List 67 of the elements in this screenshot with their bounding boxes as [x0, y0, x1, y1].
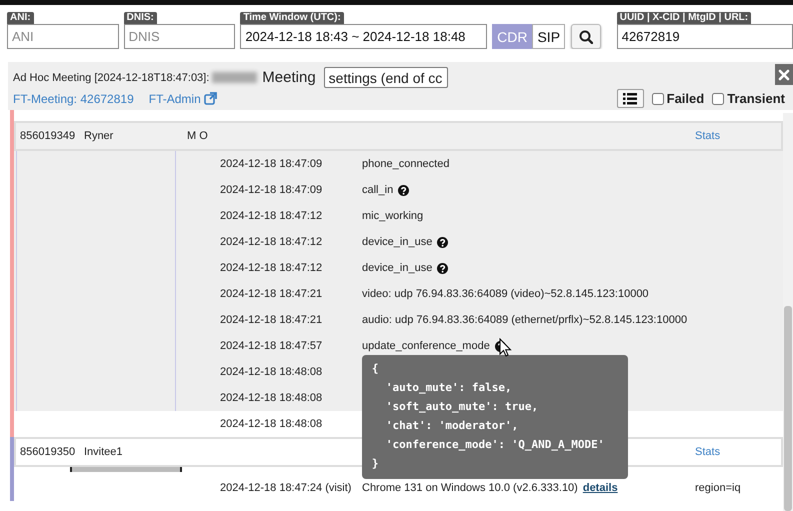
- details-link[interactable]: details: [582, 482, 618, 494]
- event-time: 2024-12-18 18:48:08: [219, 365, 324, 379]
- list-icon: [623, 92, 638, 105]
- blurred-name: [212, 72, 258, 83]
- cursor-icon: [498, 338, 512, 356]
- tooltip-line: 'soft_auto_mute': true,: [386, 398, 538, 415]
- tooltip-line: 'auto_mute': false,: [386, 380, 512, 396]
- tooltip-line: }: [372, 456, 378, 472]
- event-time: 2024-12-18 18:47:24 (visit): [219, 481, 352, 495]
- tooltip-line: 'conference_mode': 'Q_AND_A_MODE': [386, 436, 604, 453]
- event-name: Chrome 131 on Windows 10.0 (v2.6.333.10): [362, 482, 578, 494]
- participant-name: Ryner: [84, 130, 114, 142]
- checkbox-label: Failed: [666, 91, 704, 106]
- scrollbar[interactable]: [783, 113, 793, 511]
- event-name: update_conference_mode: [362, 340, 490, 352]
- search-icon: [578, 30, 593, 44]
- list-view-button[interactable]: [616, 89, 644, 108]
- help-icon: [398, 184, 410, 196]
- meeting-title: Ad Hoc Meeting [2024-12-18T18:47:03]:: [13, 72, 210, 84]
- input-field[interactable]: DNIS: [124, 24, 236, 49]
- settings-dropdown[interactable]: settings (end of cc: [324, 67, 448, 88]
- event-name: phone_connected: [362, 158, 450, 170]
- event-extra: region=iq: [695, 482, 742, 494]
- event-time: 2024-12-18 18:47:12: [219, 235, 324, 249]
- event-name: video: udp 76.94.83.36:64089 (video)~52.8.145.123:10000: [362, 288, 649, 300]
- close-icon: [778, 68, 790, 80]
- participant-name: Invitee1: [84, 446, 124, 458]
- close-button[interactable]: [775, 64, 793, 85]
- checkbox[interactable]: [652, 92, 664, 104]
- stats-link[interactable]: Stats: [695, 446, 781, 458]
- field-label: Time Window (UTC):: [240, 12, 344, 24]
- event-name: audio: udp 76.94.83.36:64089 (ethernet/prflx)~52.8.145.123:10000: [362, 314, 688, 326]
- external-link-icon: [204, 92, 217, 105]
- event-time: 2024-12-18 18:47:12: [219, 209, 324, 223]
- help-icon: [437, 236, 448, 248]
- input-field[interactable]: 2024-12-18 18:43 ~ 2024-12-18 18:48: [240, 24, 488, 49]
- help-icon: [437, 262, 448, 274]
- tooltip-line: {: [372, 360, 378, 376]
- search-button[interactable]: [571, 24, 601, 49]
- event-time: 2024-12-18 18:48:08: [219, 391, 324, 405]
- field-label: UUID | X-CID | MtgID | URL:: [616, 12, 752, 24]
- participant-flags: M O: [187, 130, 209, 142]
- meeting-name: Meeting: [262, 69, 316, 86]
- event-name: call_in: [362, 184, 394, 196]
- mode-toggle-button[interactable]: SIP: [532, 24, 566, 49]
- event-time: 2024-12-18 18:47:21: [219, 313, 324, 327]
- field-label: ANI:: [7, 12, 34, 24]
- event-time: 2024-12-18 18:47:09: [219, 183, 324, 197]
- event-name: mic_working: [362, 210, 424, 222]
- event-name: device_in_use: [362, 262, 432, 274]
- checkbox-label: Transient: [727, 91, 785, 106]
- field-label: DNIS:: [124, 12, 157, 24]
- event-name: device_in_use: [362, 236, 432, 248]
- event-time: 2024-12-18 18:48:08: [219, 417, 324, 431]
- link[interactable]: FT-Admin: [148, 92, 217, 106]
- input-field[interactable]: 42672819: [616, 24, 793, 49]
- input-field[interactable]: ANI: [7, 24, 119, 49]
- event-time: 2024-12-18 18:47:21: [219, 287, 324, 301]
- event-time: 2024-12-18 18:47:57: [219, 339, 324, 353]
- stats-link[interactable]: Stats: [695, 130, 781, 142]
- event-time: 2024-12-18 18:47:09: [219, 157, 324, 171]
- tooltip-line: 'chat': 'moderator',: [386, 418, 518, 434]
- checkbox[interactable]: [712, 92, 724, 104]
- link[interactable]: FT-Meeting: 42672819: [13, 92, 134, 106]
- event-time: 2024-12-18 18:47:12: [219, 261, 324, 275]
- participant-id: 856019350: [20, 446, 76, 458]
- participant-id: 856019349: [20, 130, 76, 142]
